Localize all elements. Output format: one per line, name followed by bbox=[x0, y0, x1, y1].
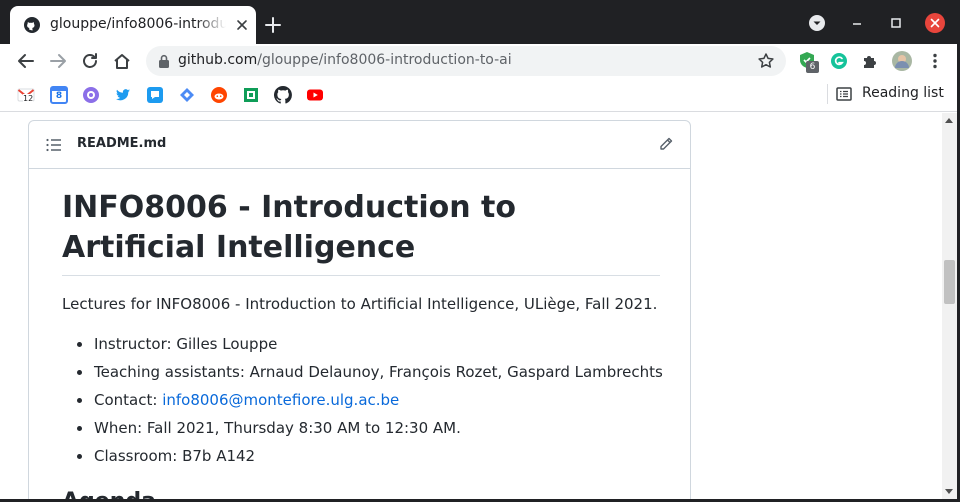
reddit-icon[interactable] bbox=[210, 86, 228, 104]
maximize-icon[interactable] bbox=[885, 12, 907, 34]
bookmark-gmail[interactable]: 12 bbox=[17, 86, 35, 104]
contact-label: Contact: bbox=[94, 391, 163, 409]
list-item-classroom: Classroom: B7b A142 bbox=[62, 445, 660, 473]
proton-icon[interactable] bbox=[82, 86, 100, 104]
minimize-icon[interactable] bbox=[846, 12, 868, 34]
url-path: /glouppe/info8006-introduction-to-ai bbox=[257, 52, 512, 68]
github-icon[interactable] bbox=[274, 86, 292, 104]
reading-list-label: Reading list bbox=[862, 85, 944, 101]
url-host: github.com bbox=[178, 52, 258, 68]
youtube-icon[interactable] bbox=[306, 86, 324, 104]
scrollbar-thumb[interactable] bbox=[944, 260, 955, 304]
profile-avatar[interactable] bbox=[891, 50, 913, 72]
heading-divider bbox=[62, 275, 660, 276]
browser-toolbar: github.com/glouppe/info8006-introduction… bbox=[0, 44, 960, 78]
pencil-icon[interactable] bbox=[658, 136, 674, 152]
bookmarks-divider bbox=[827, 84, 828, 104]
bookmarks-bar: 12 8 Reading list bbox=[0, 78, 960, 112]
arrow-right-icon[interactable] bbox=[47, 50, 69, 72]
tweetdeck-icon[interactable] bbox=[146, 86, 164, 104]
twitter-icon[interactable] bbox=[114, 86, 132, 104]
readme-filename[interactable]: README.md bbox=[77, 136, 166, 151]
extension-badge: 6 bbox=[806, 61, 819, 73]
close-window-icon[interactable] bbox=[924, 12, 946, 34]
gmail-badge: 12 bbox=[23, 94, 34, 103]
list-item-instructor: Instructor: Gilles Louppe bbox=[62, 333, 660, 361]
readme-title: INFO8006 - Introduction to Artificial In… bbox=[62, 190, 516, 265]
list-item-assistants: Teaching assistants: Arnaud Delaunoy, Fr… bbox=[62, 361, 663, 389]
feedly-icon[interactable] bbox=[178, 86, 196, 104]
readme-box: README.md INFO8006 - Introduction to Art… bbox=[28, 120, 691, 500]
extension-shield[interactable]: 6 bbox=[797, 50, 819, 73]
close-tab-icon[interactable] bbox=[234, 17, 250, 33]
readme-intro: Lectures for INFO8006 - Introduction to … bbox=[62, 295, 658, 313]
more-menu-icon[interactable] bbox=[924, 50, 946, 72]
new-tab-icon[interactable] bbox=[262, 14, 284, 36]
course-info-list: Instructor: Gilles Louppe Teaching assis… bbox=[62, 333, 663, 473]
arrow-left-icon[interactable] bbox=[15, 50, 37, 72]
tab-strip: glouppe/info8006-introduction-to-ai bbox=[0, 0, 960, 44]
page-viewport: README.md INFO8006 - Introduction to Art… bbox=[0, 113, 942, 500]
reading-list-icon bbox=[836, 87, 852, 101]
list-item-when: When: Fall 2021, Thursday 8:30 AM to 12:… bbox=[62, 417, 660, 445]
list-item-contact: Contact: info8006@montefiore.ulg.ac.be bbox=[62, 389, 660, 417]
lock-icon[interactable] bbox=[158, 54, 170, 68]
readme-header: README.md bbox=[29, 121, 690, 169]
bookmark-green-icon[interactable] bbox=[242, 86, 260, 104]
bookmark-calendar[interactable]: 8 bbox=[50, 86, 68, 104]
reload-icon[interactable] bbox=[79, 50, 101, 72]
scroll-up-arrow-icon[interactable] bbox=[945, 118, 953, 123]
address-bar[interactable]: github.com/glouppe/info8006-introduction… bbox=[146, 46, 786, 76]
tab-title: glouppe/info8006-introduction-to-ai bbox=[50, 16, 226, 34]
grammarly-icon[interactable] bbox=[828, 50, 850, 72]
vertical-scrollbar[interactable] bbox=[942, 113, 957, 500]
calendar-badge: 8 bbox=[55, 91, 63, 101]
tab-search-icon[interactable] bbox=[806, 12, 828, 34]
star-icon[interactable] bbox=[757, 52, 775, 70]
github-icon bbox=[24, 17, 40, 33]
browser-window: glouppe/info8006-introduction-to-ai bbox=[0, 0, 960, 502]
extensions-puzzle-icon[interactable] bbox=[859, 50, 881, 72]
scroll-down-arrow-icon[interactable] bbox=[945, 489, 953, 494]
contact-email-link[interactable]: info8006@montefiore.ulg.ac.be bbox=[162, 391, 399, 409]
home-icon[interactable] bbox=[111, 50, 133, 72]
url-text[interactable]: github.com/glouppe/info8006-introduction… bbox=[178, 52, 512, 68]
outline-list-icon[interactable] bbox=[46, 138, 62, 152]
tab-active[interactable]: glouppe/info8006-introduction-to-ai bbox=[10, 6, 256, 44]
